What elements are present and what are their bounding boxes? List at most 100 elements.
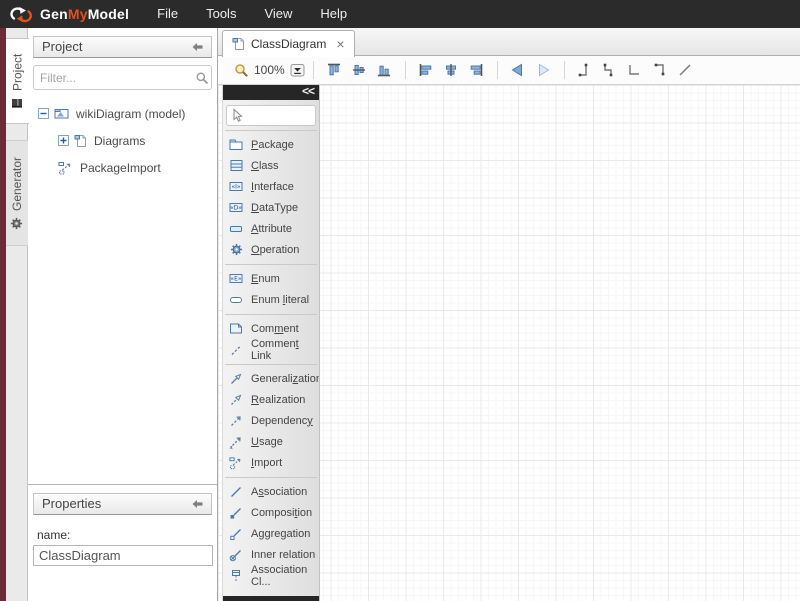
palette-item-class[interactable]: Class bbox=[223, 155, 319, 176]
properties-panel-header: Properties bbox=[33, 493, 212, 515]
palette-collapse-button[interactable]: << bbox=[302, 85, 314, 98]
palette-separator bbox=[225, 264, 317, 265]
palette-item-label: Inner relation bbox=[251, 549, 315, 561]
palette-item-enum[interactable]: «E»Enum bbox=[223, 268, 319, 289]
filter-input[interactable] bbox=[40, 71, 195, 85]
toolbar-separator bbox=[497, 61, 498, 79]
palette-item-association[interactable]: Association bbox=[223, 481, 319, 502]
palette-separator bbox=[225, 314, 317, 315]
menu-tools[interactable]: Tools bbox=[192, 0, 250, 28]
palette-item-inner-relation[interactable]: Inner relation bbox=[223, 544, 319, 565]
align-top-button[interactable] bbox=[322, 58, 347, 82]
tree-item-wikidiagram-model[interactable]: wikiDiagram (model) bbox=[28, 100, 217, 127]
search-icon bbox=[195, 71, 209, 85]
flip-left-button[interactable] bbox=[506, 58, 531, 82]
name-input[interactable] bbox=[33, 545, 213, 566]
align-left-button[interactable] bbox=[414, 58, 439, 82]
diagram-file-icon bbox=[232, 37, 245, 51]
zoom-dropdown[interactable] bbox=[290, 62, 305, 78]
properties-panel: Properties name: bbox=[28, 484, 217, 601]
palette-header: << bbox=[223, 85, 319, 100]
palette-item-label: Usage bbox=[251, 436, 283, 448]
enum-icon: «E» bbox=[229, 272, 243, 285]
menu-file[interactable]: File bbox=[143, 0, 192, 28]
connector-step-up-icon bbox=[577, 62, 593, 78]
flip-right-icon bbox=[535, 62, 551, 78]
palette-item-label: Package bbox=[251, 139, 294, 151]
connector-s-button[interactable] bbox=[598, 58, 623, 82]
tree-item-packageimport[interactable]: PackageImport bbox=[28, 154, 217, 181]
palette-item-attribute[interactable]: Attribute bbox=[223, 218, 319, 239]
toolbar-separator bbox=[564, 61, 565, 79]
composition-icon bbox=[229, 506, 243, 520]
palette-item-realization[interactable]: Realization bbox=[223, 389, 319, 410]
palette-item-interface[interactable]: «I»Interface bbox=[223, 176, 319, 197]
menu-help[interactable]: Help bbox=[306, 0, 361, 28]
connector-l-button[interactable] bbox=[623, 58, 648, 82]
palette-item-label: Attribute bbox=[251, 223, 292, 235]
palette-item-aggregation[interactable]: Aggregation bbox=[223, 523, 319, 544]
toolbar-separator bbox=[313, 61, 314, 79]
straight-line-icon bbox=[677, 62, 693, 78]
operation-icon bbox=[229, 243, 243, 256]
side-tab-generator[interactable]: Generator bbox=[6, 140, 28, 246]
palette-item-generalization[interactable]: Generalization bbox=[223, 368, 319, 389]
palette-item-association-cl[interactable]: Association Cl... bbox=[223, 565, 319, 586]
collapse-panel-icon[interactable] bbox=[192, 499, 203, 509]
association-class-icon bbox=[229, 569, 243, 583]
flip-right-button[interactable] bbox=[531, 58, 556, 82]
left-panel: Project wikiDiagram (model)DiagramsPacka… bbox=[28, 28, 218, 601]
tab-label: ClassDiagram bbox=[251, 37, 326, 51]
tree-item-diagrams[interactable]: Diagrams bbox=[28, 127, 217, 154]
palette-item-label: Composition bbox=[251, 507, 312, 519]
palette-separator bbox=[225, 130, 317, 131]
tree-item-label: PackageImport bbox=[78, 161, 161, 175]
palette-item-label: Class bbox=[251, 160, 279, 172]
zoom-level: 100% bbox=[254, 63, 285, 77]
properties-panel-title: Properties bbox=[42, 494, 101, 514]
brand-logo[interactable]: GenMyModel bbox=[0, 6, 129, 23]
palette-item-composition[interactable]: Composition bbox=[223, 502, 319, 523]
selection-tool[interactable] bbox=[226, 105, 316, 126]
palette-item-datatype[interactable]: «D»DataType bbox=[223, 197, 319, 218]
palette-item-operation[interactable]: Operation bbox=[223, 239, 319, 260]
tool-palette: << Package Class «I»Interface«D»DataType At… bbox=[222, 85, 320, 601]
tree-plus-box-icon[interactable] bbox=[58, 135, 69, 146]
align-middle-icon bbox=[351, 62, 367, 78]
dependency-icon bbox=[229, 414, 243, 428]
palette-item-enum-literal[interactable]: Enum literal bbox=[223, 289, 319, 310]
align-center-button[interactable] bbox=[439, 58, 464, 82]
collapse-panel-icon[interactable] bbox=[192, 42, 203, 52]
align-right-icon bbox=[468, 62, 484, 78]
align-bottom-icon bbox=[376, 62, 392, 78]
tree-minus-box-icon[interactable] bbox=[38, 108, 49, 119]
connector-step-down-button[interactable] bbox=[648, 58, 673, 82]
tree-item-label: Diagrams bbox=[92, 134, 145, 148]
topbar: GenMyModel FileToolsViewHelp bbox=[0, 0, 800, 28]
straight-line-button[interactable] bbox=[673, 58, 698, 82]
palette-item-comment-link[interactable]: Comment Link bbox=[223, 339, 319, 360]
close-tab-icon[interactable]: × bbox=[336, 38, 344, 50]
datatype-icon: «D» bbox=[229, 201, 243, 214]
align-bottom-button[interactable] bbox=[372, 58, 397, 82]
palette-item-import[interactable]: Import bbox=[223, 452, 319, 473]
palette-item-package[interactable]: Package bbox=[223, 134, 319, 155]
brand-text: GenMyModel bbox=[40, 6, 129, 22]
tab-classdiagram[interactable]: ClassDiagram × bbox=[222, 30, 355, 57]
comment-link-icon bbox=[229, 343, 243, 357]
palette-item-dependency[interactable]: Dependency bbox=[223, 410, 319, 431]
brand-model: Model bbox=[88, 6, 129, 22]
palette-item-comment[interactable]: Comment bbox=[223, 318, 319, 339]
side-tab-project[interactable]: Project bbox=[6, 38, 29, 124]
gear-icon bbox=[11, 217, 24, 230]
align-right-button[interactable] bbox=[464, 58, 489, 82]
align-middle-button[interactable] bbox=[347, 58, 372, 82]
zoom-control: 100% bbox=[234, 62, 305, 78]
brand-my: My bbox=[68, 6, 88, 22]
diagram-canvas[interactable]: << Package Class «I»Interface«D»DataType At… bbox=[218, 85, 800, 601]
menu-view[interactable]: View bbox=[250, 0, 306, 28]
connector-step-up-button[interactable] bbox=[573, 58, 598, 82]
aggregation-icon bbox=[229, 527, 243, 541]
palette-item-usage[interactable]: Usage bbox=[223, 431, 319, 452]
connector-l-icon bbox=[627, 62, 643, 78]
